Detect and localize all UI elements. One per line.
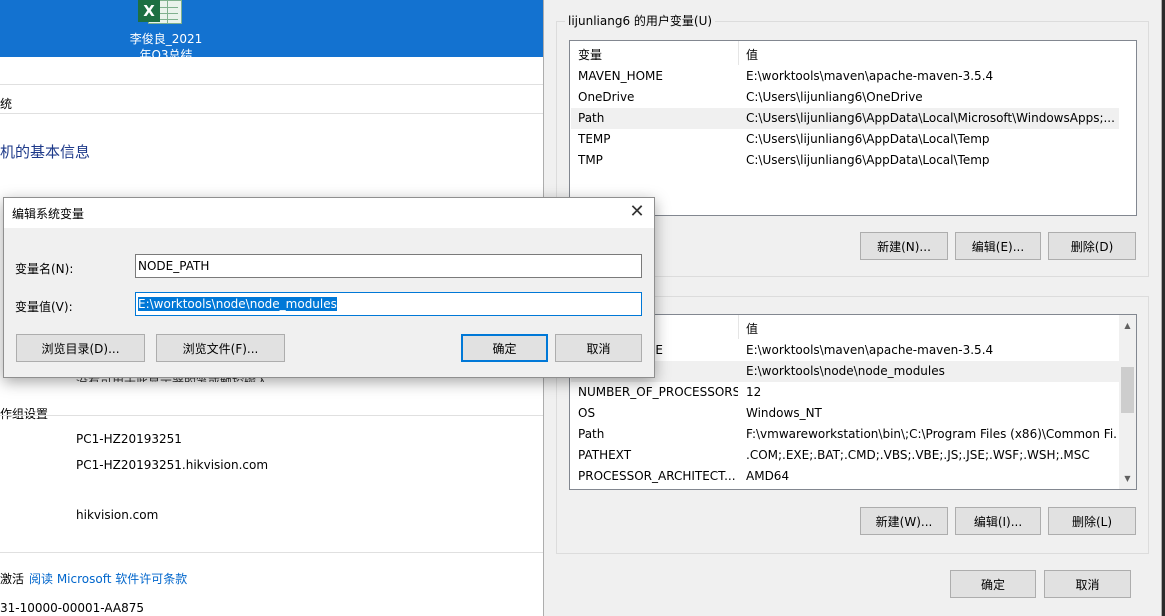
product-id-value: 31-10000-00001-AA875 [0,601,144,615]
browse-directory-button[interactable]: 浏览目录(D)... [16,334,145,362]
breadcrumb: 统 [0,97,13,111]
scrollbar-thumb[interactable] [1121,367,1134,413]
desktop-icon-label[interactable]: 李俊良_2021 [120,32,212,47]
table-row[interactable]: OneDrive C:\Users\lijunliang6\OneDrive [571,87,1119,108]
system-list-scrollbar[interactable]: ▲ ▼ [1119,315,1136,489]
full-computer-name-value: PC1-HZ20193251.hikvision.com [76,458,269,472]
page-title: 机的基本信息 [0,143,91,161]
table-row[interactable]: PROCESSOR_ARCHITECT... AMD64 [571,466,1119,487]
dialog-cancel-button[interactable]: 取消 [555,334,642,362]
system-delete-button[interactable]: 删除(L) [1048,507,1136,535]
table-row[interactable]: MAVEN_HOME E:\worktools\maven\apache-mav… [571,66,1119,87]
column-header-value[interactable]: 值 [746,46,758,63]
column-header-variable[interactable]: 变量 [578,46,602,63]
browse-file-button[interactable]: 浏览文件(F)... [156,334,285,362]
variable-value-input[interactable]: E:\worktools\node\node_modules [135,292,642,316]
desktop-background [0,0,545,57]
selected-value-text: E:\worktools\node\node_modules [138,297,337,311]
list-header: 变量 值 [570,41,1136,65]
desktop-icon-label-line2: 年Q3总结 [139,48,193,57]
user-delete-button[interactable]: 删除(D) [1048,232,1136,260]
variable-value-label: 变量值(V): [15,300,73,314]
system-edit-button[interactable]: 编辑(I)... [955,507,1041,535]
user-variables-title: lijunliang6 的用户变量(U) [565,14,716,29]
workgroup-header: 作组设置 [0,407,49,421]
table-row[interactable]: OS Windows_NT [571,403,1119,424]
computer-name-value: PC1-HZ20193251 [76,432,182,446]
table-row[interactable]: TMP C:\Users\lijunliang6\AppData\Local\T… [571,150,1119,171]
table-row[interactable]: PATHEXT .COM;.EXE;.BAT;.CMD;.VBS;.VBE;.J… [571,445,1119,466]
dialog-ok-button[interactable]: 确定 [461,334,548,362]
user-new-button[interactable]: 新建(N)... [860,232,948,260]
edit-system-variable-dialog: 编辑系统变量 ✕ 变量名(N): NODE_PATH 变量值(V): E:\wo… [3,197,655,378]
user-edit-button[interactable]: 编辑(E)... [955,232,1041,260]
license-terms-link[interactable]: 阅读 Microsoft 软件许可条款 [29,570,187,587]
excel-file-icon[interactable]: X [138,0,184,26]
table-row[interactable]: TEMP C:\Users\lijunliang6\AppData\Local\… [571,129,1119,150]
scroll-up-arrow-icon[interactable]: ▲ [1119,317,1136,334]
env-cancel-button[interactable]: 取消 [1044,570,1131,598]
close-icon[interactable]: ✕ [620,198,654,228]
domain-value: hikvision.com [76,508,159,522]
table-row[interactable]: Path F:\vmwareworkstation\bin\;C:\Progra… [571,424,1119,445]
column-header-value[interactable]: 值 [746,320,758,337]
table-row[interactable]: NUMBER_OF_PROCESSORS 12 [571,382,1119,403]
dialog-titlebar[interactable]: 编辑系统变量 ✕ [4,198,654,228]
dialog-title: 编辑系统变量 [12,207,85,221]
env-ok-button[interactable]: 确定 [950,570,1036,598]
variable-name-label: 变量名(N): [15,262,74,276]
variable-name-input[interactable]: NODE_PATH [135,254,642,278]
user-variables-list[interactable]: 变量 值 MAVEN_HOME E:\worktools\maven\apach… [569,40,1137,216]
system-new-button[interactable]: 新建(W)... [860,507,948,535]
scroll-down-arrow-icon[interactable]: ▼ [1119,470,1136,487]
table-row[interactable]: Path C:\Users\lijunliang6\AppData\Local\… [571,108,1119,129]
activation-label: 激活 [0,572,25,586]
